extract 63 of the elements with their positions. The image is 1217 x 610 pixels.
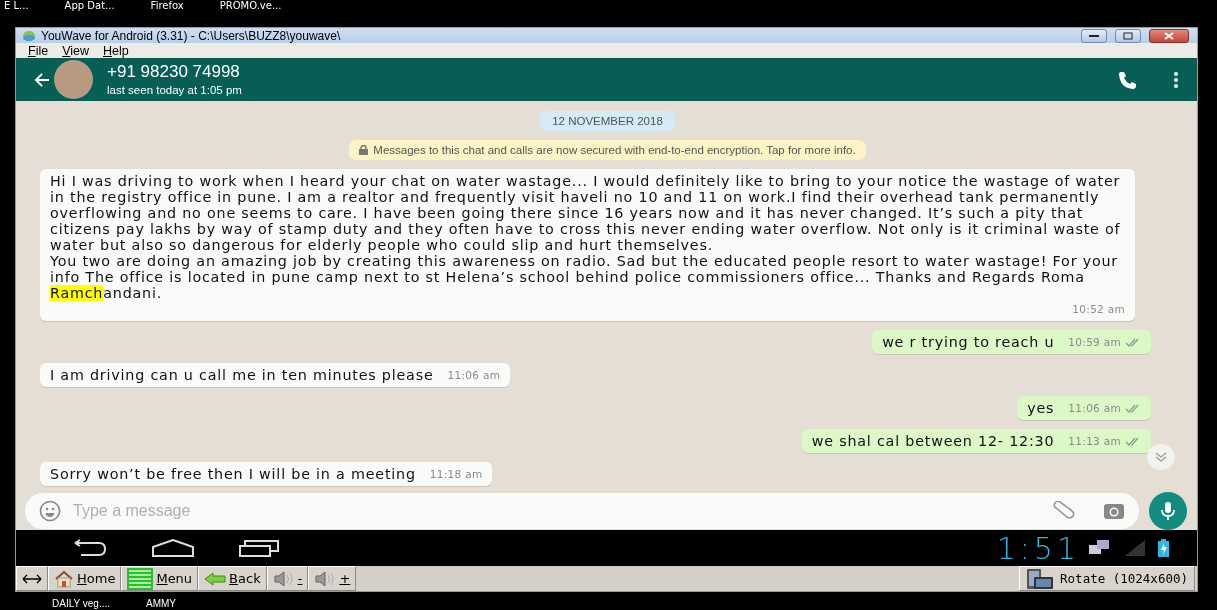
rotate-button[interactable]: Rotate (1024x600) — [1019, 566, 1195, 591]
android-logo-icon — [22, 29, 36, 42]
message-time: 11:18 am — [429, 467, 483, 483]
contact-name[interactable]: +91 98230 74998 — [107, 61, 1113, 82]
lock-icon — [359, 145, 369, 156]
back-arrow-icon[interactable] — [34, 72, 50, 87]
menu-button[interactable]: Menu — [121, 566, 199, 591]
home-icon[interactable] — [152, 539, 194, 558]
minimize-button[interactable] — [1081, 28, 1107, 43]
message-text: Hi I was driving to work when I heard your chat on water wastage... I would definitely like to bring to your notice the wastage of water in the registry office in pune. I am a realtor and frequently visit haveli no 10 and 11 on work.I find their overhead tank permanently overflowing and no one seems to care. I have been going there since 16 years now and it has never changed. It’s such a pity that citizens pay lakhs by way of stamp duty and they often have to cross this never ending water overflow. Not only is it criminal waste of water but also so dangerous for elderly people who could slip and hurt themselves. You two are doing an amazing job by creating this awareness on radio. Sad but the educated people resort to water wastage! For your info The office is located in pune camp next to st Helena’s school behind police commissioners office... Thanks and Regards Roma Ramch andani. — [50, 173, 1122, 302]
paperclip-icon[interactable] — [1051, 501, 1075, 522]
speaker-icon — [272, 570, 295, 587]
volume-button[interactable]: + — [308, 566, 357, 591]
taskbar-label[interactable]: E L... — [4, 0, 29, 27]
home-button[interactable]: Home — [48, 566, 122, 591]
message-time: 10:52 am — [1072, 302, 1125, 318]
window-title: YouWave for Android (3.31) - C:\Users\BUZZ8\youwave\ — [41, 28, 342, 43]
menu-item[interactable]: Help — [103, 43, 129, 58]
left-arrow-icon — [204, 571, 227, 586]
resize-button[interactable] — [16, 566, 48, 591]
back-button[interactable]: Back — [198, 566, 267, 591]
recent-apps-icon[interactable] — [239, 539, 279, 558]
taskbar-label[interactable]: DAILY veg.... — [52, 598, 110, 610]
microphone-icon — [1161, 501, 1175, 522]
more-options-icon[interactable] — [1173, 71, 1179, 88]
menu-icon — [127, 567, 154, 590]
message-time: 11:06 am — [1068, 401, 1121, 417]
message-time: 11:06 am — [447, 368, 501, 384]
message-time: 10:59 am — [1068, 335, 1121, 351]
smiley-icon[interactable] — [39, 500, 61, 523]
camera-icon[interactable] — [1103, 502, 1125, 521]
last-seen-status: last seen today at 1:05 pm — [107, 82, 243, 98]
message-text: Sorry won’t be free then I will be in a meeting — [50, 466, 416, 483]
message-text: we shal cal between 12- 12:30 — [811, 433, 1055, 450]
close-button[interactable] — [1149, 28, 1189, 43]
volume-button[interactable]: - — [266, 566, 309, 591]
message-text: I am driving can u call me in ten minutes please — [50, 367, 434, 384]
notice-text: Messages to this chat and calls are now secured with end-to-end encryption. Tap for more info. — [373, 144, 856, 157]
message-text: yes — [1027, 400, 1055, 417]
message-field[interactable]: Type a message — [25, 493, 1139, 530]
taskbar-label[interactable]: PROMO.ve... — [219, 0, 282, 27]
close-icon — [1164, 31, 1174, 40]
taskbar-label[interactable]: Firefox — [150, 0, 184, 27]
menu-item[interactable]: File — [28, 43, 49, 58]
battery-icon — [1158, 539, 1169, 558]
date-chip: 12 NOVEMBER 2018 — [540, 111, 675, 132]
maximize-button[interactable] — [1115, 28, 1141, 43]
message-text: we r trying to reach u — [882, 334, 1055, 351]
house-icon — [54, 569, 74, 588]
clock: 1:51 — [996, 530, 1080, 566]
encryption-notice[interactable]: Messages to this chat and calls are now secured with end-to-end encryption. Tap for more info. — [349, 140, 866, 161]
phone-icon[interactable] — [1117, 69, 1137, 90]
taskbar-label[interactable]: App Dat... — [64, 0, 115, 27]
menu-item[interactable]: View — [62, 43, 90, 58]
taskbar-label[interactable]: AMMY — [146, 598, 176, 610]
message-time: 11:13 am — [1068, 434, 1121, 450]
microphone-button[interactable] — [1149, 492, 1187, 531]
maximize-icon — [1123, 31, 1133, 40]
chevrons-down-icon — [1155, 452, 1167, 463]
tablet-icon — [1026, 567, 1055, 590]
double-arrow-icon — [22, 573, 42, 584]
signal-icon — [1124, 539, 1146, 558]
speaker-icon — [314, 570, 337, 587]
